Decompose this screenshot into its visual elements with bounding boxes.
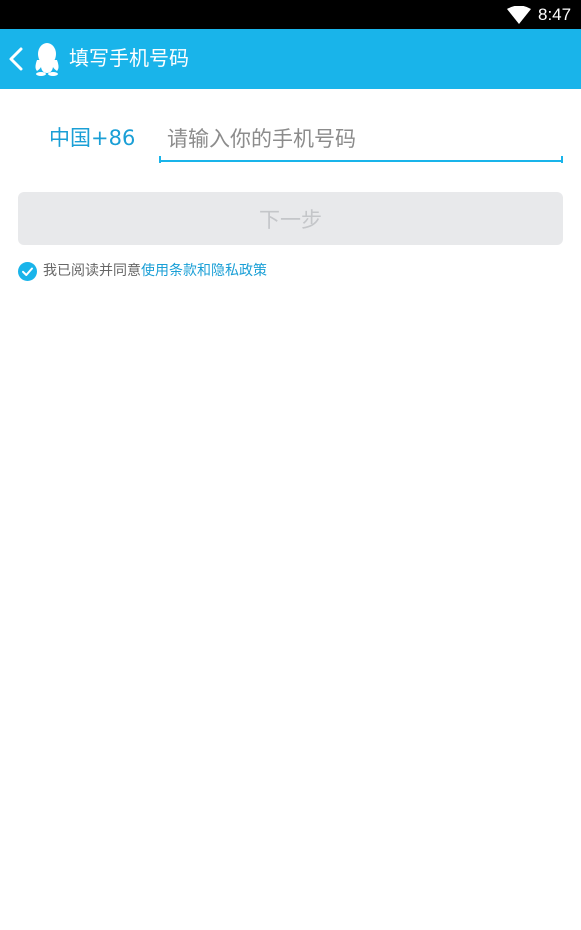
input-underline-tick-left <box>159 156 161 163</box>
next-step-button[interactable]: 下一步 <box>18 192 563 245</box>
qq-penguin-icon <box>35 43 59 76</box>
agreement-text: 我已阅读并同意 <box>43 263 141 279</box>
input-underline-tick-right <box>561 156 563 163</box>
agreement-row: 我已阅读并同意 使用条款和隐私政策 <box>18 261 267 281</box>
wifi-icon <box>507 6 531 24</box>
app-bar: 填写手机号码 <box>0 29 581 89</box>
phone-number-input[interactable] <box>159 118 563 162</box>
chevron-left-icon[interactable] <box>6 46 26 72</box>
status-time: 8:47 <box>538 5 572 24</box>
page-title: 填写手机号码 <box>69 46 189 70</box>
checkbox-checked-icon[interactable] <box>18 261 37 281</box>
status-bar: 8:47 <box>0 0 581 29</box>
terms-privacy-link[interactable]: 使用条款和隐私政策 <box>141 261 267 281</box>
country-code-selector[interactable]: 中国+86 <box>49 124 135 152</box>
